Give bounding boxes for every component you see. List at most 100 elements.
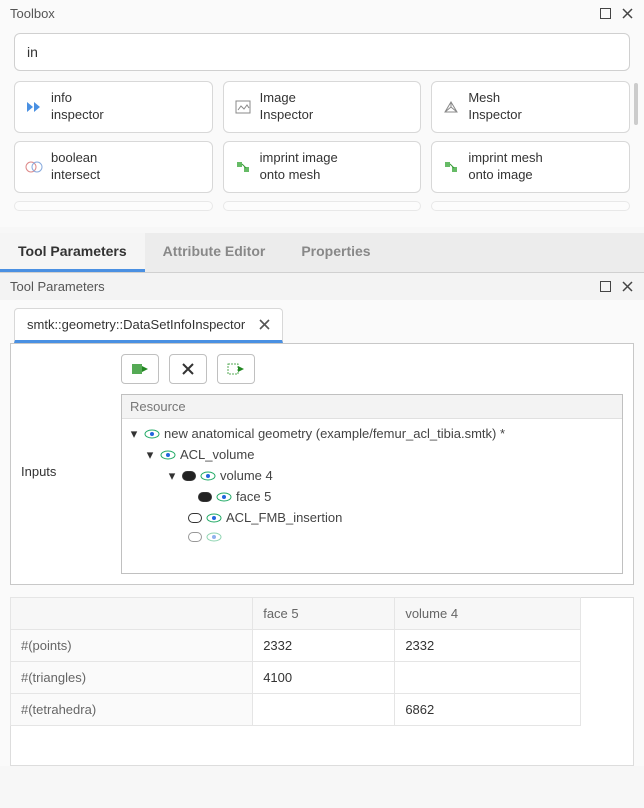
close-icon[interactable] xyxy=(259,319,270,330)
color-swatch[interactable] xyxy=(188,532,202,542)
tree-label: ACL_volume xyxy=(180,447,254,462)
table-spacer xyxy=(581,726,634,766)
tree-label: ACL_FMB_insertion xyxy=(226,510,342,525)
inputs-row: Inputs Resource ▾ new anatomical geometr… xyxy=(21,394,623,574)
tool-imprint-mesh-image[interactable]: imprint meshonto image xyxy=(431,141,630,193)
table-header-row: face 5 volume 4 xyxy=(11,598,634,630)
table-row: #(points) 2332 2332 xyxy=(11,630,634,662)
tree-label: volume 4 xyxy=(220,468,273,483)
tab-attribute-editor[interactable]: Attribute Editor xyxy=(145,233,284,272)
tree-label: face 5 xyxy=(236,489,271,504)
eye-icon[interactable] xyxy=(144,428,160,440)
table-spacer xyxy=(581,630,634,662)
tab-properties[interactable]: Properties xyxy=(283,233,388,272)
restore-icon[interactable] xyxy=(598,280,612,294)
eye-icon[interactable] xyxy=(160,449,176,461)
tool-grid: infoinspector ImageInspector MeshInspect… xyxy=(14,81,630,211)
inputs-label: Inputs xyxy=(21,394,113,479)
expand-icon[interactable]: ▾ xyxy=(144,449,156,461)
tree-label: new anatomical geometry (example/femur_a… xyxy=(164,426,505,441)
run-button[interactable] xyxy=(217,354,255,384)
color-swatch[interactable] xyxy=(188,513,202,523)
table-spacer xyxy=(581,662,634,694)
mesh-icon xyxy=(442,98,460,116)
subtab-row: smtk::geometry::DataSetInfoInspector xyxy=(0,300,644,343)
table-row: #(tetrahedra) 6862 xyxy=(11,694,634,726)
tree-row-fmb[interactable]: ACL_FMB_insertion xyxy=(122,507,622,528)
cell: 4100 xyxy=(253,662,395,694)
tree-row-acl-volume[interactable]: ▾ ACL_volume xyxy=(122,444,622,465)
close-icon[interactable] xyxy=(620,280,634,294)
tool-image-inspector[interactable]: ImageInspector xyxy=(223,81,422,133)
stats-table: face 5 volume 4 #(points) 2332 2332 #(tr… xyxy=(10,597,634,766)
table-spacer xyxy=(253,726,395,766)
tree-row-partial[interactable] xyxy=(122,528,622,546)
tree-row-face5[interactable]: face 5 xyxy=(122,486,622,507)
cell: 2332 xyxy=(253,630,395,662)
cell: 6862 xyxy=(395,694,581,726)
tool-label: imprint imageonto mesh xyxy=(260,150,338,184)
cell xyxy=(395,662,581,694)
close-icon[interactable] xyxy=(620,7,634,21)
tool-label: infoinspector xyxy=(51,90,104,124)
params-header: Tool Parameters xyxy=(0,273,644,300)
table-spacer xyxy=(395,726,581,766)
tool-info-inspector[interactable]: infoinspector xyxy=(14,81,213,133)
tool-label: imprint meshonto image xyxy=(468,150,542,184)
image-icon xyxy=(234,98,252,116)
toolbox-header: Toolbox xyxy=(0,0,644,27)
col-face5[interactable]: face 5 xyxy=(253,598,395,630)
tree-row-root[interactable]: ▾ new anatomical geometry (example/femur… xyxy=(122,423,622,444)
boolean-icon xyxy=(25,158,43,176)
table-row: #(triangles) 4100 xyxy=(11,662,634,694)
search-input[interactable]: in xyxy=(14,33,630,71)
cancel-button[interactable] xyxy=(169,354,207,384)
restore-icon[interactable] xyxy=(598,7,612,21)
tree-header: Resource xyxy=(122,395,622,419)
tool-imprint-image-mesh[interactable]: imprint imageonto mesh xyxy=(223,141,422,193)
tool-item[interactable] xyxy=(431,201,630,211)
color-swatch[interactable] xyxy=(198,492,212,502)
params-title: Tool Parameters xyxy=(10,279,590,294)
row-points: #(points) xyxy=(11,630,253,662)
tree-row-volume4[interactable]: ▾ volume 4 xyxy=(122,465,622,486)
tool-boolean-intersect[interactable]: booleanintersect xyxy=(14,141,213,193)
expand-icon[interactable]: ▾ xyxy=(128,428,140,440)
tab-tool-parameters[interactable]: Tool Parameters xyxy=(0,233,145,272)
apply-button[interactable] xyxy=(121,354,159,384)
eye-icon[interactable] xyxy=(206,531,222,543)
eye-icon[interactable] xyxy=(200,470,216,482)
tool-label: booleanintersect xyxy=(51,150,100,184)
expand-icon[interactable]: ▾ xyxy=(166,470,178,482)
tool-item[interactable] xyxy=(14,201,213,211)
table-spacer xyxy=(581,598,634,630)
color-swatch[interactable] xyxy=(182,471,196,481)
tree-content: ▾ new anatomical geometry (example/femur… xyxy=(122,419,622,550)
eye-icon[interactable] xyxy=(206,512,222,524)
scrollbar-thumb[interactable] xyxy=(634,83,638,125)
row-tetrahedra: #(tetrahedra) xyxy=(11,694,253,726)
params-body: Inputs Resource ▾ new anatomical geometr… xyxy=(10,343,634,585)
table-corner xyxy=(11,598,253,630)
resource-tree[interactable]: Resource ▾ new anatomical geometry (exam… xyxy=(121,394,623,574)
imprint-icon xyxy=(234,158,252,176)
row-triangles: #(triangles) xyxy=(11,662,253,694)
tool-label: ImageInspector xyxy=(260,90,313,124)
tool-item[interactable] xyxy=(223,201,422,211)
operation-tab-label: smtk::geometry::DataSetInfoInspector xyxy=(27,317,245,332)
toolbox-panel: Toolbox in infoinspector ImageInspector xyxy=(0,0,644,227)
col-volume4[interactable]: volume 4 xyxy=(395,598,581,630)
tool-label: MeshInspector xyxy=(468,90,521,124)
table-row xyxy=(11,726,634,766)
cell xyxy=(253,694,395,726)
toolbox-title: Toolbox xyxy=(10,6,590,21)
operation-tab[interactable]: smtk::geometry::DataSetInfoInspector xyxy=(14,308,283,343)
main-tabbar: Tool Parameters Attribute Editor Propert… xyxy=(0,233,644,273)
table-spacer xyxy=(581,694,634,726)
tool-mesh-inspector[interactable]: MeshInspector xyxy=(431,81,630,133)
tool-parameters-panel: Tool Parameters smtk::geometry::DataSetI… xyxy=(0,273,644,766)
eye-icon[interactable] xyxy=(216,491,232,503)
imprint-icon xyxy=(442,158,460,176)
cell: 2332 xyxy=(395,630,581,662)
table-spacer xyxy=(11,726,253,766)
